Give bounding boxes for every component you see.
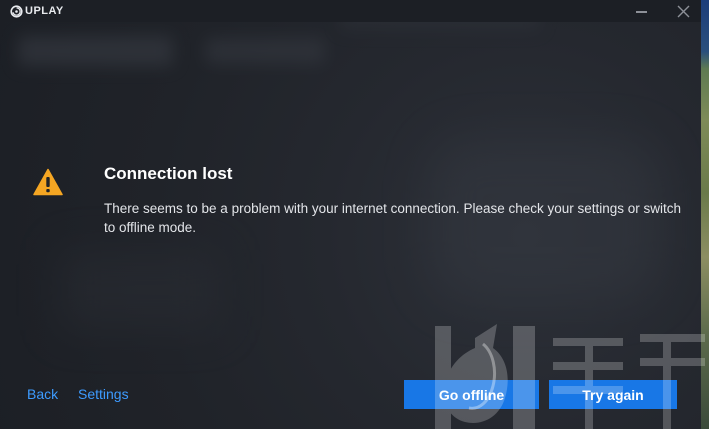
warning-icon [33,168,63,196]
settings-link[interactable]: Settings [78,386,129,402]
blurred-background-shape [60,250,220,330]
logo-text: UPLAY [25,5,64,17]
blurred-background-shape [205,38,325,64]
desktop-background-edge [701,0,709,429]
try-again-button[interactable]: Try again [549,380,677,409]
close-button[interactable] [668,0,698,22]
uplay-window: UPLAY Connection lost There seems to be … [0,0,701,429]
dialog-message: There seems to be a problem with your in… [104,201,682,235]
close-icon [677,5,689,17]
minimize-icon [635,11,647,13]
uplay-logo-icon [10,4,23,18]
dialog-title: Connection lost [104,164,233,183]
back-link[interactable]: Back [27,386,58,402]
title-bar[interactable]: UPLAY [0,0,701,22]
go-offline-button[interactable]: Go offline [404,380,539,409]
uplay-logo: UPLAY [10,3,64,19]
minimize-button[interactable] [626,0,656,22]
blurred-background-shape [18,36,173,66]
